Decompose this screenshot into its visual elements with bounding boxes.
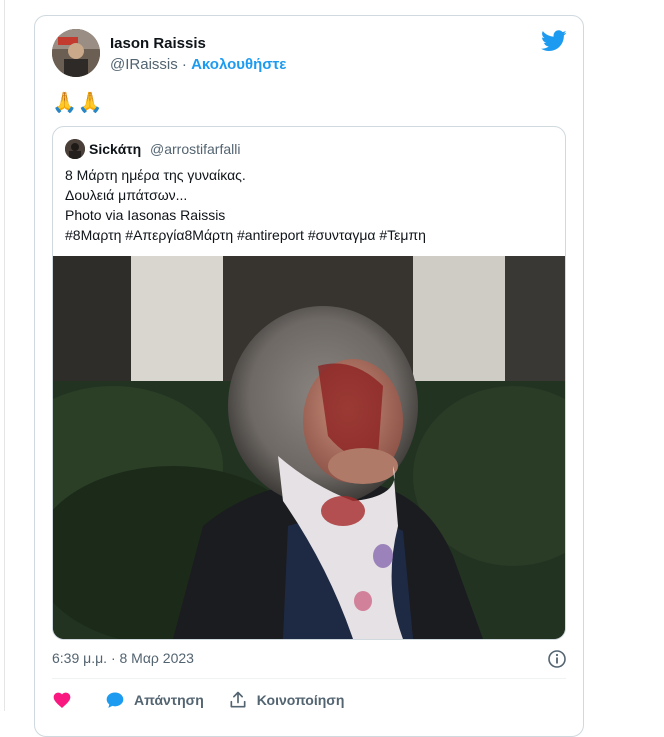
tweet-timestamp[interactable]: 6:39 μ.μ. · 8 Μαρ 2023 xyxy=(52,650,194,666)
actions-divider xyxy=(52,678,566,679)
author-handle[interactable]: @IRaissis xyxy=(110,56,178,73)
quoted-author-handle: @arrostifarfalli xyxy=(150,141,241,157)
quoted-hashtags: #8Μαρτη #Απεργία8Μάρτη #antireport #συντ… xyxy=(65,227,426,243)
quoted-tweet-text: 8 Μάρτη ημέρα της γυναίκας. Δουλειά μπάτ… xyxy=(65,165,426,245)
author-name[interactable]: Iason Raissis xyxy=(110,35,206,52)
quoted-line: 8 Μάρτη ημέρα της γυναίκας. xyxy=(65,167,246,183)
share-label: Κοινοποίηση xyxy=(256,692,345,708)
tweet-card: Iason Raissis @IRaissis · Ακολουθήστε 🙏🙏… xyxy=(34,15,584,737)
share-upload-icon xyxy=(230,691,246,708)
share-button[interactable]: Κοινοποίηση xyxy=(228,690,345,710)
twitter-bird-icon[interactable] xyxy=(541,30,567,52)
meta-separator: · xyxy=(177,56,192,73)
speech-bubble-icon xyxy=(106,692,124,708)
like-button[interactable] xyxy=(52,690,81,710)
quoted-line: Δουλειά μπάτσων... xyxy=(65,187,188,203)
follow-link[interactable]: Ακολουθήστε xyxy=(191,56,286,73)
author-meta: @IRaissis · Ακολουθήστε xyxy=(110,56,286,73)
action-bar: Απάντηση Κοινοποίηση xyxy=(52,688,368,712)
quoted-author-avatar xyxy=(65,139,85,159)
tweet-text: 🙏🙏 xyxy=(52,92,104,114)
quoted-line: Photo via Iasonas Raissis xyxy=(65,207,226,223)
info-icon[interactable] xyxy=(547,649,567,669)
heart-icon xyxy=(53,692,71,708)
quoted-tweet[interactable]: Sickάτη @arrostifarfalli 8 Μάρτη ημέρα τ… xyxy=(52,126,566,640)
reply-label: Απάντηση xyxy=(134,692,204,708)
quoted-photo[interactable] xyxy=(53,256,565,639)
author-avatar[interactable] xyxy=(52,29,100,77)
page-edge-divider xyxy=(0,0,5,711)
reply-button[interactable]: Απάντηση xyxy=(105,690,204,710)
quoted-author-name: Sickάτη xyxy=(89,141,142,157)
